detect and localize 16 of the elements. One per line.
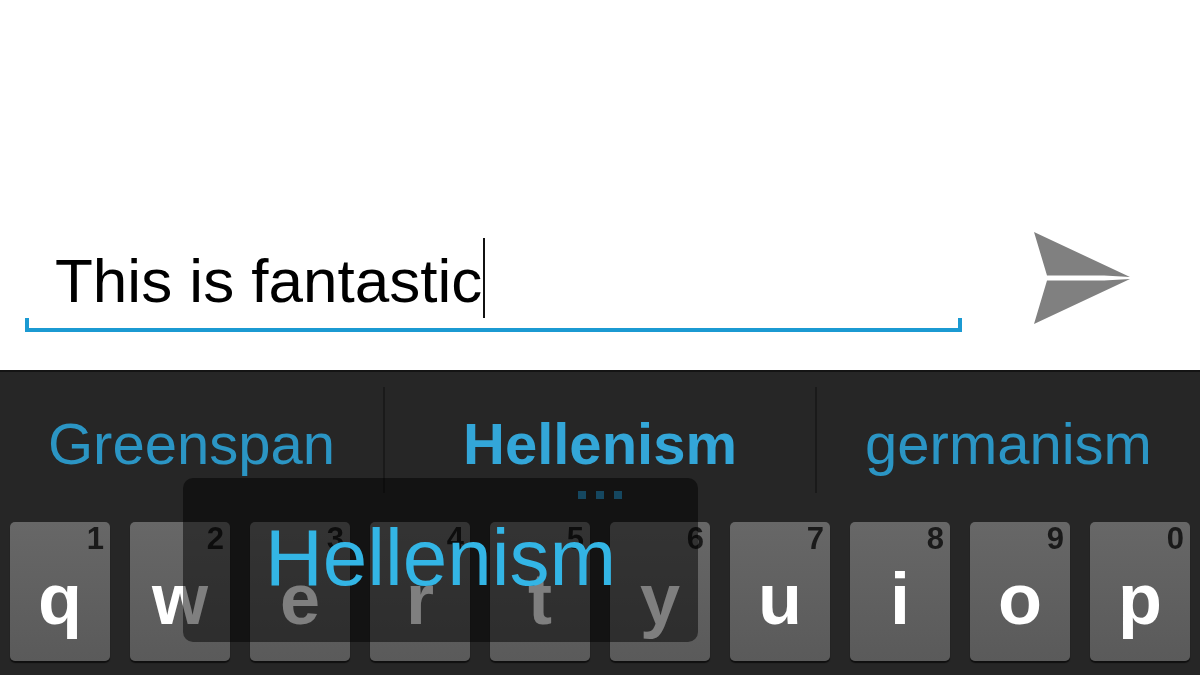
key[interactable]: u 7 (730, 522, 830, 661)
key[interactable]: p 0 (1090, 522, 1190, 661)
suggestion[interactable]: Hellenism (463, 415, 737, 473)
send-icon (1034, 232, 1130, 324)
key-number: 0 (1166, 523, 1184, 554)
message-field[interactable]: This is fantastic (25, 236, 962, 332)
key[interactable]: i 8 (850, 522, 950, 661)
key[interactable]: o 9 (970, 522, 1070, 661)
send-button[interactable] (1033, 231, 1131, 325)
key-number: 7 (806, 523, 824, 554)
text-cursor-icon (483, 238, 486, 318)
more-dots-icon (578, 491, 622, 499)
key-number: 1 (86, 523, 104, 554)
key[interactable]: q 1 (10, 522, 110, 661)
key-number: 8 (926, 523, 944, 554)
key-number: 9 (1046, 523, 1064, 554)
